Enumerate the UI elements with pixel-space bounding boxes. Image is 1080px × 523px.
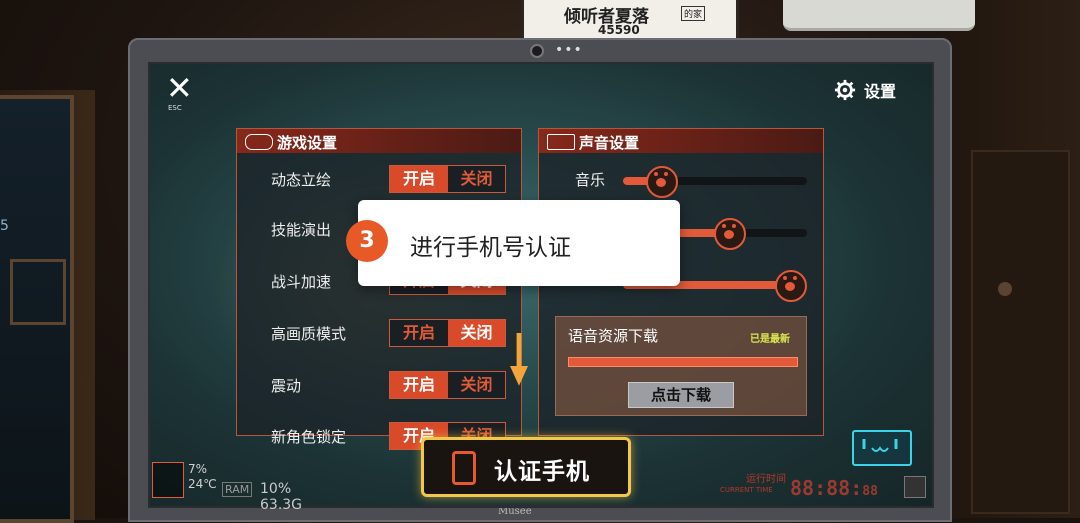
runtime-clock: 88:88:88 (790, 476, 878, 500)
setting-label: 技能演出 (271, 221, 332, 239)
face-icon (862, 439, 898, 452)
setting-label: 新角色锁定 (271, 428, 347, 446)
voice-download-status: 已是最新 (750, 334, 790, 345)
chat-face-icon[interactable] (852, 430, 912, 466)
speaker-icon (547, 134, 575, 150)
battery-icon (904, 476, 926, 498)
clock-small: 88 (862, 484, 878, 499)
game-settings-title: 游戏设置 (277, 134, 338, 152)
callout-text: 进行手机号认证 (410, 235, 571, 261)
temp-gauge (152, 462, 184, 498)
setting-label: 震动 (271, 377, 302, 395)
esc-label: ESC (168, 104, 182, 112)
step-badge: 3 (346, 220, 388, 262)
clock-main: 88:88 (790, 476, 851, 500)
runtime-display: 运行时间 CURRENT TIME 88:88:88 (720, 470, 930, 500)
runtime-label: 运行时间 (746, 474, 786, 485)
room-right-wall (940, 0, 1080, 518)
verify-phone-button[interactable]: 认证手机 (421, 437, 631, 497)
air-conditioner (783, 0, 975, 31)
close-button[interactable]: ✕ ESC (164, 69, 198, 114)
toggle-on-option[interactable]: 开启 (390, 320, 448, 346)
gamepad-icon (245, 134, 273, 150)
webcam-icon (530, 44, 544, 58)
runtime-sublabel: CURRENT TIME (720, 486, 773, 494)
toggle-on-option[interactable]: 开启 (390, 372, 448, 398)
setting-label: 高画质模式 (271, 325, 347, 343)
settings-button[interactable]: 设置 (834, 78, 896, 102)
room-partial-number: 5 (0, 218, 9, 234)
nameplate-tag: 的家 (681, 6, 706, 21)
webcam-dots: ••• (555, 42, 583, 58)
volume-label: 音乐 (575, 171, 606, 189)
room-door (971, 150, 1070, 514)
sound-settings-title: 声音设置 (579, 134, 640, 152)
setting-label: 动态立绘 (271, 171, 332, 189)
verify-phone-label: 认证手机 (494, 459, 590, 485)
temp-value: 24℃ (188, 477, 217, 491)
arrow-down-icon (510, 333, 528, 386)
game-settings-header: 游戏设置 (237, 129, 521, 153)
toggle-off-option[interactable]: 关闭 (448, 166, 505, 192)
volume-slider[interactable] (623, 166, 807, 198)
voice-download-progress (568, 357, 798, 367)
gear-icon (834, 79, 856, 101)
voice-download-title: 语音资源下载 (568, 327, 659, 345)
room-window (0, 95, 74, 523)
phone-icon (452, 451, 476, 485)
paw-knob-icon[interactable] (713, 218, 746, 250)
voice-download-box: 语音资源下载 已是最新 点击下载 (555, 316, 807, 416)
sound-settings-header: 声音设置 (539, 129, 823, 153)
paw-knob-icon[interactable] (645, 166, 678, 198)
player-id: 45590 (598, 23, 640, 37)
setting-toggle[interactable]: 开启关闭 (389, 371, 506, 399)
close-icon: ✕ (166, 69, 193, 107)
tutorial-callout: 3 进行手机号认证 (346, 200, 680, 286)
settings-label: 设置 (864, 82, 897, 101)
setting-toggle[interactable]: 开启关闭 (389, 319, 506, 347)
setting-label: 战斗加速 (271, 273, 332, 291)
toggle-on-option[interactable]: 开启 (390, 166, 448, 192)
window-pane (10, 259, 66, 325)
ram-value: 10% 63.3G (260, 481, 303, 513)
toggle-off-option[interactable]: 关闭 (448, 320, 505, 346)
paw-knob-icon[interactable] (774, 270, 807, 302)
temp-percent: 7% (188, 462, 208, 476)
setting-toggle[interactable]: 开启关闭 (389, 165, 506, 193)
download-button[interactable]: 点击下载 (628, 382, 734, 408)
toggle-off-option[interactable]: 关闭 (448, 372, 505, 398)
ram-label: RAM (222, 482, 253, 497)
door-knob (998, 282, 1012, 296)
